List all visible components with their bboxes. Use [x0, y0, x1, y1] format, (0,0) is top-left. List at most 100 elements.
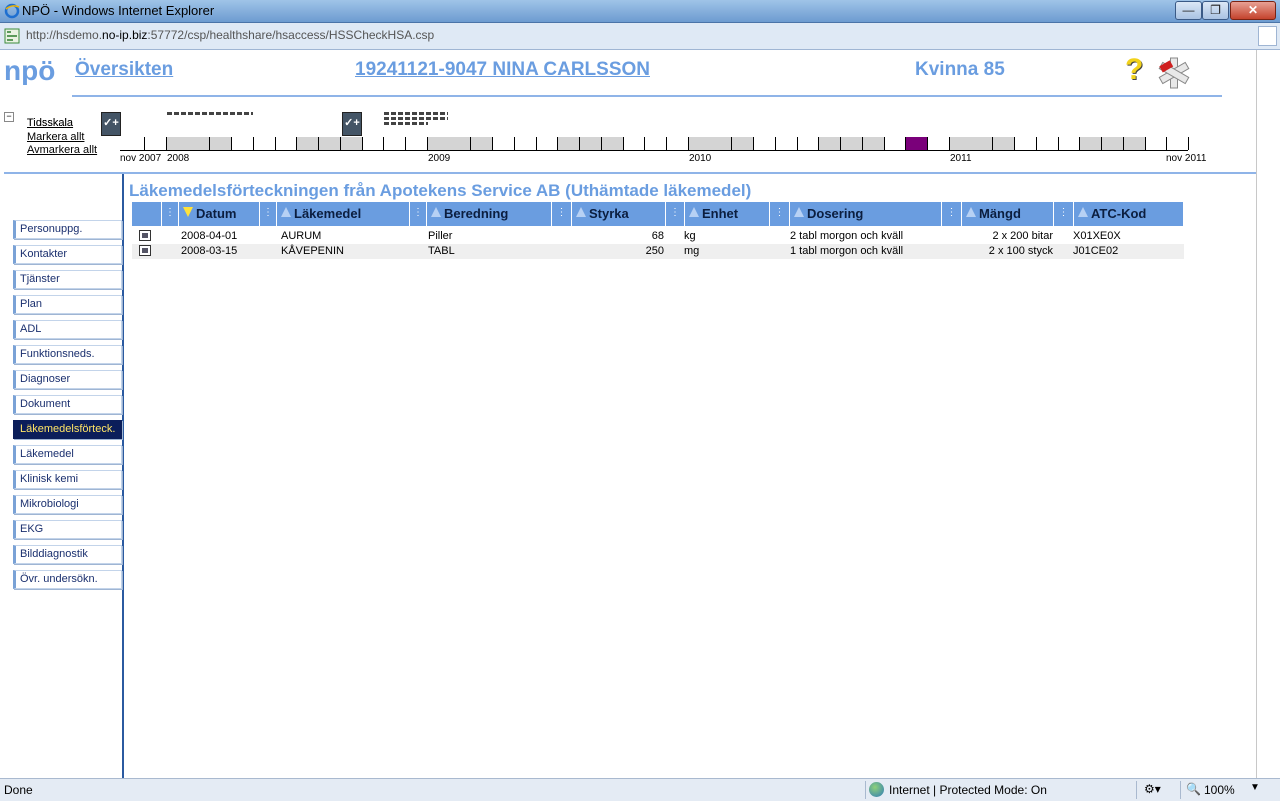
timeline-month-cell[interactable] [341, 137, 363, 150]
column-header-styrka[interactable]: Styrka [572, 202, 666, 226]
row-details-icon[interactable] [139, 230, 151, 241]
timeline-month-cell[interactable] [1015, 137, 1037, 150]
column-resize-handle[interactable]: ⋮ [260, 202, 277, 226]
security-zone[interactable]: Internet | Protected Mode: On [889, 783, 1047, 797]
column-header-beredning[interactable]: Beredning [427, 202, 552, 226]
sidebar-item[interactable]: Plan [13, 295, 122, 314]
column-header-lakemedel[interactable]: Läkemedel [277, 202, 410, 226]
timeline-month-cell[interactable] [645, 137, 667, 150]
timeline-check-add-icon[interactable]: ✓+ [342, 112, 362, 136]
timeline-month-cell[interactable] [689, 137, 711, 150]
security-settings-icon[interactable]: ⚙▾ [1144, 782, 1161, 796]
timeline-month-cell[interactable] [362, 137, 384, 150]
emergency-star-icon[interactable] [1157, 56, 1191, 90]
compatibility-view-button[interactable] [1258, 26, 1277, 46]
timeline-month-cell[interactable] [928, 137, 950, 150]
timeline-collapse-button[interactable]: − [4, 112, 14, 122]
timeline-month-cell[interactable] [797, 137, 819, 150]
timeline-month-cell[interactable] [210, 137, 232, 150]
maximize-button[interactable]: ❐ [1202, 1, 1229, 20]
column-resize-handle[interactable]: ⋮ [666, 202, 685, 226]
timeline-month-cell[interactable] [710, 137, 732, 150]
timeline-month-cell[interactable] [971, 137, 993, 150]
sidebar-item[interactable]: Kontakter [13, 245, 122, 264]
sidebar-item[interactable]: Läkemedelsförteck. [13, 420, 122, 439]
column-header-mangd[interactable]: Mängd [962, 202, 1054, 226]
timeline-month-cell[interactable] [863, 137, 885, 150]
timeline-scale-link[interactable]: Tidsskala [27, 117, 73, 129]
column-resize-handle[interactable]: ⋮ [410, 202, 427, 226]
timeline-month-cell[interactable] [428, 137, 450, 150]
timeline-month-cell[interactable] [993, 137, 1015, 150]
zoom-level[interactable]: 100% [1204, 783, 1235, 797]
timeline-month-cell[interactable] [1145, 137, 1167, 150]
timeline-month-cell[interactable] [884, 137, 906, 150]
column-header-atc-kod[interactable]: ATC-Kod [1074, 202, 1184, 226]
sidebar-item[interactable]: Klinisk kemi [13, 470, 122, 489]
timeline-month-cell[interactable] [536, 137, 558, 150]
sidebar-item[interactable]: Diagnoser [13, 370, 122, 389]
column-header-enhet[interactable]: Enhet [685, 202, 770, 226]
sidebar-item[interactable]: Tjänster [13, 270, 122, 289]
timeline-month-cell[interactable] [776, 137, 798, 150]
address-bar[interactable]: http://hsdemo.no-ip.biz:57772/csp/health… [0, 23, 1280, 50]
timeline-month-cell[interactable] [167, 137, 189, 150]
sidebar-item[interactable]: Dokument [13, 395, 122, 414]
timeline-month-cell[interactable] [602, 137, 624, 150]
timeline-month-cell[interactable] [384, 137, 406, 150]
timeline-month-cell[interactable] [493, 137, 515, 150]
minimize-button[interactable]: — [1175, 1, 1202, 20]
timeline-month-cell[interactable] [906, 137, 928, 150]
close-button[interactable]: ✕ [1230, 1, 1276, 20]
sidebar-item[interactable]: ADL [13, 320, 122, 339]
timeline-month-cell[interactable] [275, 137, 297, 150]
sidebar-item[interactable]: Läkemedel [13, 445, 122, 464]
timeline-month-cell[interactable] [558, 137, 580, 150]
overview-link[interactable]: Översikten [75, 59, 173, 81]
select-all-link[interactable]: Markera allt [27, 131, 84, 143]
sidebar-item[interactable]: Bilddiagnostik [13, 545, 122, 564]
column-header-datum[interactable]: Datum [179, 202, 260, 226]
timeline-month-cell[interactable] [754, 137, 776, 150]
sidebar-item[interactable]: Personuppg. [13, 220, 122, 239]
timeline-month-cell[interactable] [1124, 137, 1146, 150]
timeline-month-cell[interactable] [819, 137, 841, 150]
timeline-month-cell[interactable] [188, 137, 210, 150]
timeline-month-cell[interactable] [1058, 137, 1080, 150]
timeline-month-cell[interactable] [123, 137, 145, 150]
timeline-month-cell[interactable] [580, 137, 602, 150]
table-row[interactable]: 2008-04-01 AURUM Piller 68 kg 2 tabl morgon o… [132, 229, 1184, 244]
column-resize-handle[interactable]: ⋮ [162, 202, 179, 226]
row-details-icon[interactable] [139, 245, 151, 256]
timeline-month-cell[interactable] [950, 137, 972, 150]
timeline-month-cell[interactable] [841, 137, 863, 150]
timeline-month-cell[interactable] [1167, 137, 1189, 150]
timeline-month-cell[interactable] [319, 137, 341, 150]
timeline-month-cell[interactable] [1102, 137, 1124, 150]
sidebar-item[interactable]: Mikrobiologi [13, 495, 122, 514]
sidebar-item[interactable]: Övr. undersökn. [13, 570, 122, 589]
patient-link[interactable]: 19241121-9047 NINA CARLSSON [355, 59, 650, 81]
timeline-month-cell[interactable] [232, 137, 254, 150]
timeline-month-cell[interactable] [254, 137, 276, 150]
timeline-check-add-icon[interactable]: ✓+ [101, 112, 121, 136]
timeline-month-cell[interactable] [471, 137, 493, 150]
table-row[interactable]: 2008-03-15 KÅVEPENIN TABL 250 mg 1 tabl morgo… [132, 244, 1184, 259]
sidebar-item[interactable]: Funktionsneds. [13, 345, 122, 364]
deselect-all-link[interactable]: Avmarkera allt [27, 144, 97, 156]
timeline-month-cell[interactable] [1080, 137, 1102, 150]
address-url[interactable]: http://hsdemo.no-ip.biz:57772/csp/health… [26, 28, 434, 42]
zoom-dropdown-icon[interactable]: ▼ [1250, 782, 1260, 793]
column-resize-handle[interactable]: ⋮ [942, 202, 962, 226]
timeline-month-cell[interactable] [145, 137, 167, 150]
column-resize-handle[interactable]: ⋮ [552, 202, 572, 226]
zoom-icon[interactable]: 🔍 [1186, 782, 1201, 796]
help-icon[interactable]: ? [1125, 55, 1143, 85]
sidebar-item[interactable]: EKG [13, 520, 122, 539]
column-header-dosering[interactable]: Dosering [790, 202, 942, 226]
timeline-month-cell[interactable] [667, 137, 689, 150]
column-resize-handle[interactable]: ⋮ [770, 202, 790, 226]
timeline-month-cell[interactable] [732, 137, 754, 150]
timeline-month-cell[interactable] [449, 137, 471, 150]
timeline-month-cell[interactable] [297, 137, 319, 150]
